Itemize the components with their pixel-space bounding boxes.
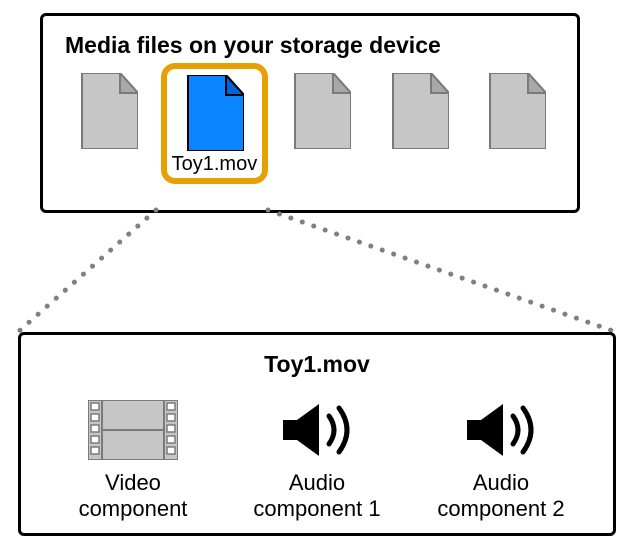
- filmstrip-icon: [88, 400, 178, 460]
- video-component: Video component: [43, 394, 223, 523]
- file-item-selected: Toy1.mov: [161, 63, 269, 184]
- component-label: Audio component 2: [437, 470, 564, 523]
- file-icon: [78, 73, 138, 149]
- file-item: [471, 73, 561, 149]
- file-icon: [389, 73, 449, 149]
- file-icon: [486, 73, 546, 149]
- file-icon: [291, 73, 351, 149]
- component-label: Audio component 1: [253, 470, 380, 523]
- component-label: Video component: [79, 470, 188, 523]
- file-item: [63, 73, 153, 149]
- storage-files-title: Media files on your storage device: [65, 32, 561, 59]
- speaker-icon: [461, 398, 541, 462]
- file-label: Toy1.mov: [172, 153, 258, 176]
- audio-component-2: Audio component 2: [411, 394, 591, 523]
- file-detail-panel: Toy1.mov: [18, 332, 616, 536]
- file-item: [276, 73, 366, 149]
- file-detail-title: Toy1.mov: [39, 351, 595, 378]
- file-icon: [184, 75, 244, 151]
- speaker-icon: [277, 398, 357, 462]
- audio-component-1: Audio component 1: [227, 394, 407, 523]
- file-item: [374, 73, 464, 149]
- storage-files-panel: Media files on your storage device Toy1.…: [40, 13, 580, 213]
- file-row: Toy1.mov: [59, 73, 561, 184]
- component-row: Video component Audio component 1 Au: [39, 394, 595, 523]
